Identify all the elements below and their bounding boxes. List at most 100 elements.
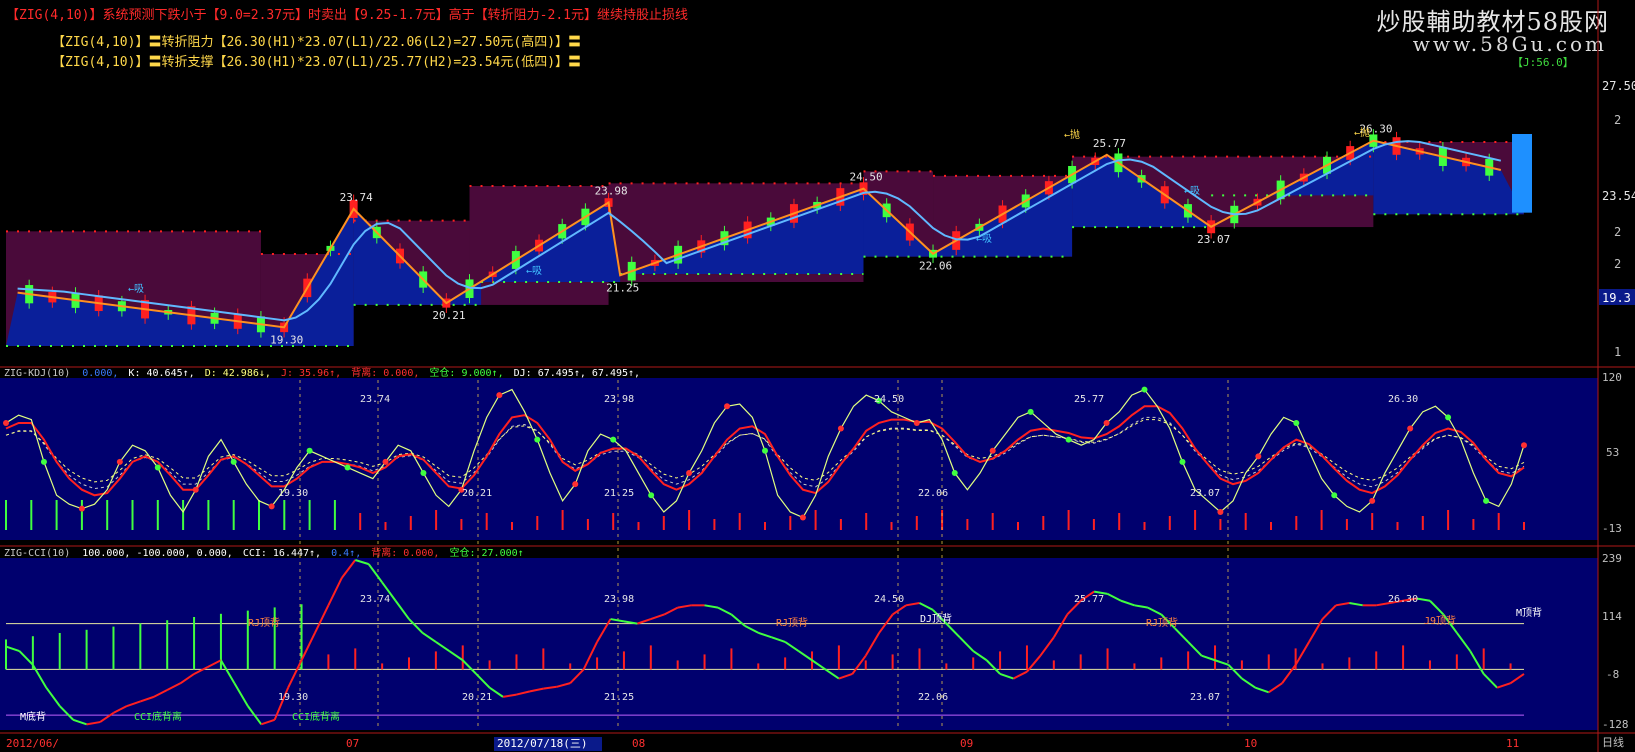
kdj-dot-66 xyxy=(837,425,844,432)
kdj-kongcang: 空仓: 9.000↑, xyxy=(429,366,503,379)
cci-pivot-label-5: 19.30 xyxy=(278,692,308,703)
kdj-dot-12 xyxy=(154,464,161,471)
axis-cci-top: 239 xyxy=(1602,552,1622,565)
kdj-pivot-label-3: 25.77 xyxy=(1074,394,1104,405)
kdj-dot-87 xyxy=(1103,419,1110,426)
kdj-dj: DJ: 67.495↑, 67.495↑, xyxy=(514,368,640,379)
cci-annot-j9: J9顶背 xyxy=(1424,614,1456,627)
kdj-dot-24 xyxy=(306,447,313,454)
price-annot-buy-1: ←吸 xyxy=(128,284,144,295)
cci-pivot-label-9: 23.07 xyxy=(1190,692,1220,703)
price-annot-buy-3: ←吸 xyxy=(976,234,992,245)
axis-kdj-mid: 53 xyxy=(1606,446,1619,459)
axis-price-current: 19.3 xyxy=(1602,291,1631,305)
kdj-dot-42 xyxy=(534,436,541,443)
kdj-v0: 0.000, xyxy=(82,368,118,379)
kdj-dot-72 xyxy=(913,419,920,426)
kdj-header: ZIG-KDJ(10) 0.000, K: 40.645↑, D: 42.986… xyxy=(4,366,640,379)
date-label-cursor: 2012/07/18(三) xyxy=(497,737,587,750)
kdj-dot-111 xyxy=(1407,425,1414,432)
kdj-dot-39 xyxy=(496,392,503,399)
axis-price-2b: 2 xyxy=(1614,225,1621,239)
date-label-5: 10 xyxy=(1244,737,1257,750)
cci-pivot-label-6: 20.21 xyxy=(462,692,492,703)
cci-header: ZIG-CCI(10) 100.000, -100.000, 0.000, CC… xyxy=(4,546,524,559)
date-label-4: 09 xyxy=(960,737,973,750)
pivot-label-5: 24.50 xyxy=(849,171,882,184)
axis-price-2c: 2 xyxy=(1614,257,1621,271)
cci-kongcang: 空仓: 27.000↑ xyxy=(449,546,523,559)
kdj-dot-0 xyxy=(3,419,9,426)
kdj-dot-108 xyxy=(1369,497,1376,504)
kdj-dot-60 xyxy=(762,447,768,454)
kdj-dot-117 xyxy=(1483,497,1490,504)
kdj-dot-57 xyxy=(724,403,731,410)
date-label-6: 11 xyxy=(1506,737,1519,750)
cci-pivot-label-1: 23.98 xyxy=(604,594,634,605)
cci-pivot-label-2: 24.50 xyxy=(874,594,904,605)
kdj-dot-75 xyxy=(951,470,958,477)
kdj-j: J: 35.96↑, xyxy=(281,368,341,379)
price-annot-sell-1: ←抛 xyxy=(1064,128,1080,141)
pivot-label-0: 19.30 xyxy=(270,333,303,346)
axis-cci-low: -8 xyxy=(1606,668,1619,681)
kdj-dot-51 xyxy=(648,492,655,499)
cci-v2: 0.4↑, xyxy=(331,548,361,559)
cci-pivot-label-3: 25.77 xyxy=(1074,594,1104,605)
axis-kdj-low: -13 xyxy=(1602,522,1622,535)
cci-annot-m-bottom: M底背 xyxy=(20,710,46,723)
kdj-dot-90 xyxy=(1141,386,1148,393)
pivot-label-6: 22.06 xyxy=(919,260,952,273)
cci-panel-bg xyxy=(0,558,1598,730)
pivot-label-4: 21.25 xyxy=(606,281,639,294)
cci-pivot-label-0: 23.74 xyxy=(360,594,390,605)
axis-cci-mid: 114 xyxy=(1602,610,1622,623)
chart-window: { "header": { "top_line": "【ZIG(4,10)】系统… xyxy=(0,0,1635,752)
cci-annot-rj-3: RJ顶背 xyxy=(1146,616,1178,629)
kdj-dot-18 xyxy=(230,458,237,465)
kdj-d: D: 42.986↓, xyxy=(205,368,271,379)
cci-value: CCI: 16.447↑, xyxy=(243,548,321,559)
kdj-dot-81 xyxy=(1027,408,1034,415)
chart-svg: 19.30 23.74 20.21 23.98 21.25 24.50 22.06 25.77… xyxy=(0,0,1635,752)
price-annot-buy-2: ←吸 xyxy=(526,266,542,277)
kdj-dot-45 xyxy=(572,481,579,488)
kdj-dot-6 xyxy=(78,505,85,512)
kdj-pivot-label-6: 20.21 xyxy=(462,488,492,499)
kdj-pivot-label-4: 26.30 xyxy=(1388,394,1418,405)
axis-price-1: 1 xyxy=(1614,345,1621,359)
kdj-dot-105 xyxy=(1331,492,1338,499)
cci-pivot-label-8: 22.06 xyxy=(918,692,948,703)
kdj-dot-33 xyxy=(420,470,427,477)
cci-beili: 背离: 0.000, xyxy=(371,546,439,559)
pivot-label-8: 23.07 xyxy=(1197,233,1230,246)
kdj-dot-78 xyxy=(989,447,996,454)
pivot-label-3: 23.98 xyxy=(595,185,628,198)
kdj-dot-21 xyxy=(268,503,275,510)
date-label-3: 08 xyxy=(632,737,645,750)
kdj-pivot-label-1: 23.98 xyxy=(604,394,634,405)
kdj-dot-120 xyxy=(1521,442,1527,449)
kdj-dot-84 xyxy=(1065,436,1072,443)
kdj-dot-30 xyxy=(382,458,389,465)
kdj-pivot-label-2: 24.50 xyxy=(874,394,904,405)
axis-kdj-top: 120 xyxy=(1602,371,1622,384)
cci-annot-dj: DJ顶背 xyxy=(920,612,952,625)
kdj-dot-9 xyxy=(116,458,123,465)
axis-price-support: 23.54元 xyxy=(1602,189,1635,203)
kdj-dot-3 xyxy=(40,458,47,465)
date-label-1: 07 xyxy=(346,737,359,750)
price-annot-buy-4: ←吸 xyxy=(1184,186,1200,197)
price-annot-sell-2: ←抛 xyxy=(1354,126,1370,139)
cci-name: ZIG-CCI(10) xyxy=(4,548,70,559)
date-label-0: 2012/06/ xyxy=(6,737,59,750)
kdj-pivot-label-9: 23.07 xyxy=(1190,488,1220,499)
axis-period-label: 日线 xyxy=(1602,735,1624,749)
kdj-dot-114 xyxy=(1445,414,1452,421)
axis-cci-bottom: -128 xyxy=(1602,718,1629,731)
kdj-dot-96 xyxy=(1217,508,1224,515)
kdj-k: K: 40.645↑, xyxy=(128,368,194,379)
kdj-dot-27 xyxy=(344,464,351,471)
axis-price-top: 27.50元 xyxy=(1602,79,1635,93)
axis-price-2a: 2 xyxy=(1614,113,1621,127)
